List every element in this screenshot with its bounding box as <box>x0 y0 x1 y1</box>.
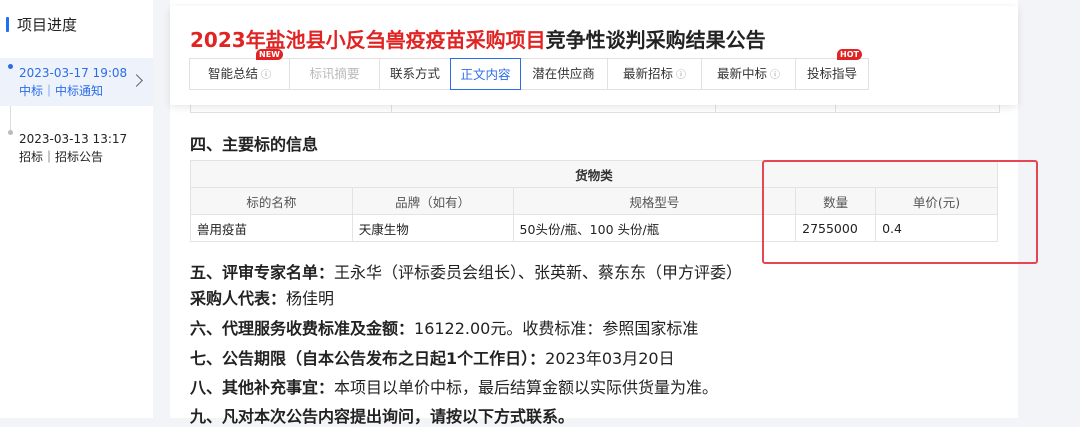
timeline-dot <box>8 64 13 69</box>
timeline-type: 招标｜招标公告 <box>19 150 104 164</box>
paragraph-contact: 九、凡对本次公告内容提出询问，请按以下方式联系。 <box>190 407 575 426</box>
timeline-item-award[interactable]: 2023-03-17 19:08 中标｜中标通知 <box>0 58 153 106</box>
hot-badge: HOT <box>837 49 862 60</box>
col-header: 品牌（如有） <box>351 187 514 215</box>
tab-latest-awards[interactable]: 最新中标 ⓘ <box>702 59 796 89</box>
title-accent-bar <box>6 17 9 32</box>
progress-sidebar: 项目进度 2023-03-17 19:08 中标｜中标通知 2023-03-13… <box>0 0 153 418</box>
col-header: 标的名称 <box>190 187 353 215</box>
paragraph-purchaser-rep: 采购人代表：杨佳明 <box>190 289 335 308</box>
help-circle-icon: ⓘ <box>770 70 780 81</box>
new-badge: NEW <box>256 49 283 60</box>
paragraph-experts: 五、评审专家名单：王永华（评标委员会组长）、张英新、蔡东东（甲方评委） <box>190 263 743 282</box>
tab-bid-guidance[interactable]: 投标指导 HOT <box>796 49 868 89</box>
tab-latest-tenders[interactable]: 最新招标 ⓘ <box>608 59 702 89</box>
tab-main-text[interactable]: 正文内容 <box>450 58 521 90</box>
section-title: 四、主要标的信息 <box>190 135 319 154</box>
tab-potential-suppliers[interactable]: 潜在供应商 <box>520 59 608 89</box>
tab-smart-summary[interactable]: 智能总结 ⓘ NEW <box>190 49 290 89</box>
table-cell: 兽用疫苗 <box>190 214 353 242</box>
col-header: 规格型号 <box>512 187 797 215</box>
timeline-type: 中标｜中标通知 <box>19 84 104 98</box>
timeline-date: 2023-03-13 13:17 <box>19 132 128 146</box>
table-cell: 50头份/瓶、100 头份/瓶 <box>512 214 797 242</box>
announcement-type: 竞争性谈判采购结果公告 <box>545 28 766 52</box>
timeline-item-tender[interactable]: 2023-03-13 13:17 招标｜招标公告 <box>0 124 153 172</box>
timeline-dot <box>8 130 13 135</box>
sidebar-title: 项目进度 <box>6 14 77 35</box>
highlight-annotation-box <box>762 160 1038 264</box>
help-circle-icon: ⓘ <box>676 70 686 81</box>
paragraph-supplementary: 八、其他补充事宜：本项目以单价中标，最后结算金额以实际供货量为准。 <box>190 378 719 397</box>
paragraph-agency-fee: 六、代理服务收费标准及金额：16122.00元。收费标准：参照国家标准 <box>190 319 699 338</box>
tab-bid-summary[interactable]: 标讯摘要 <box>290 59 380 89</box>
paragraph-notice-period: 七、公告期限（自本公告发布之日起1个工作日）：2023年03月20日 <box>190 349 675 368</box>
table-cell: 天康生物 <box>351 214 514 242</box>
tab-contact[interactable]: 联系方式 <box>380 59 451 89</box>
announcement-header: 2023年盐池县小反刍兽疫疫苗采购项目竞争性谈判采购结果公告 智能总结 ⓘ NEW… <box>170 6 1018 105</box>
help-circle-icon: ⓘ <box>261 70 271 81</box>
tab-bar: 智能总结 ⓘ NEW 标讯摘要 联系方式 正文内容 潜在供应商 最新招标 ⓘ 最新中… <box>189 49 869 90</box>
project-name: 2023年盐池县小反刍兽疫疫苗采购项目 <box>190 28 546 52</box>
